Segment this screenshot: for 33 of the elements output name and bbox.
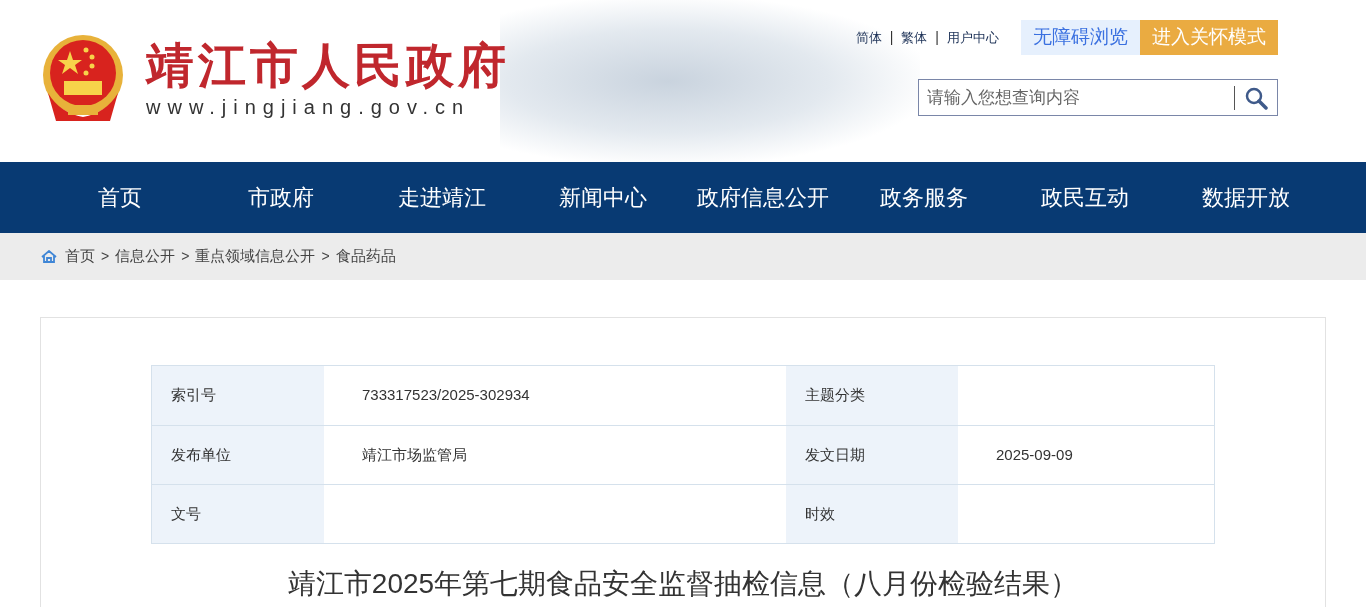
- field-label: 索引号: [152, 366, 324, 425]
- breadcrumb-link[interactable]: 首页: [65, 245, 95, 268]
- nav-item[interactable]: 政务服务: [843, 162, 1005, 233]
- nav-item[interactable]: 市政府: [200, 162, 362, 233]
- breadcrumb-separator: >: [321, 247, 330, 266]
- site-name: 靖江市人民政府: [146, 38, 510, 94]
- home-icon: [41, 250, 57, 263]
- top-link[interactable]: 繁体: [901, 27, 928, 48]
- field-label: 发布单位: [152, 425, 324, 484]
- nav-item[interactable]: 走进靖江: [361, 162, 523, 233]
- field-value: 2025-09-09: [958, 425, 1214, 484]
- nav-item[interactable]: 数据开放: [1165, 162, 1326, 233]
- breadcrumb-link[interactable]: 信息公开: [115, 245, 176, 268]
- breadcrumb-separator: >: [181, 247, 190, 266]
- nav-item[interactable]: 首页: [40, 162, 201, 233]
- nav-item[interactable]: 政民互动: [1004, 162, 1166, 233]
- link-separator: |: [889, 28, 894, 47]
- field-label: 时效: [786, 484, 958, 543]
- field-value: 733317523/2025-302934: [361, 385, 531, 406]
- field-label: 文号: [152, 484, 324, 543]
- breadcrumb-separator: >: [101, 247, 110, 266]
- site-url: www.jingjiang.gov.cn: [146, 95, 472, 120]
- nav-item[interactable]: 新闻中心: [522, 162, 683, 233]
- breadcrumb-link[interactable]: 重点领域信息公开: [195, 245, 316, 268]
- nav-item[interactable]: 政府信息公开: [683, 162, 844, 233]
- link-separator: |: [935, 28, 939, 47]
- article-title: 靖江市2025年第七期食品安全监督抽检信息（八月份检验结果）: [287, 567, 1079, 601]
- breadcrumb-link[interactable]: 食品药品: [335, 245, 396, 268]
- field-label: 主题分类: [786, 366, 958, 425]
- top-link[interactable]: 用户中心: [947, 27, 999, 48]
- field-label: 发文日期: [786, 425, 958, 484]
- accessibility-button[interactable]: 无障碍浏览: [1021, 20, 1140, 55]
- top-link[interactable]: 简体: [855, 27, 882, 48]
